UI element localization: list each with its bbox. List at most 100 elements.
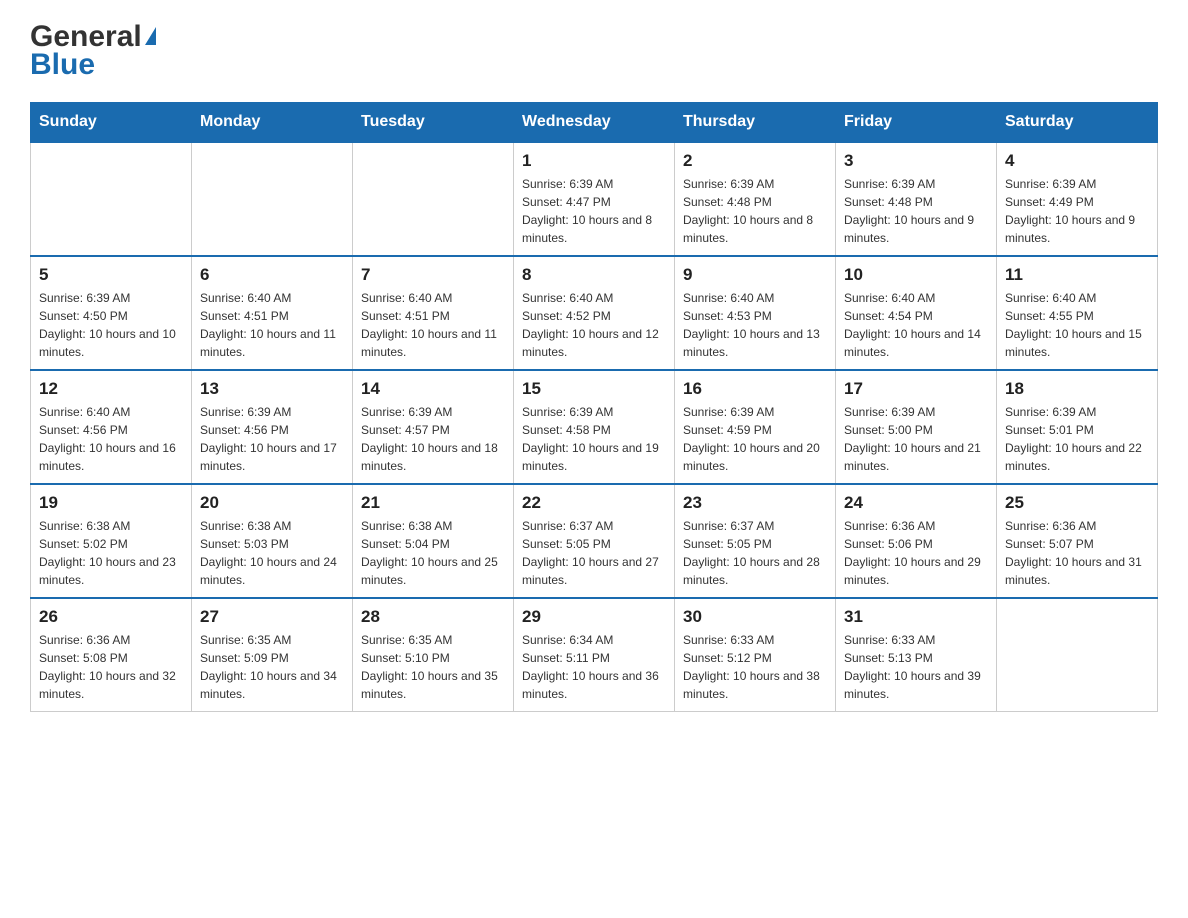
day-info: Sunrise: 6:39 AMSunset: 4:47 PMDaylight:… bbox=[522, 175, 666, 247]
calendar-cell: 22 Sunrise: 6:37 AMSunset: 5:05 PMDayligh… bbox=[514, 484, 675, 598]
calendar-cell: 17Sunrise: 6:39 AMSunset: 5:00 PMDayligh… bbox=[836, 370, 997, 484]
calendar-cell bbox=[997, 598, 1158, 712]
logo-blue-text: Blue bbox=[30, 48, 156, 82]
calendar-cell: 25 Sunrise: 6:36 AMSunset: 5:07 PMDayligh… bbox=[997, 484, 1158, 598]
day-info: Sunrise: 6:33 AMSunset: 5:13 PMDaylight:… bbox=[844, 631, 988, 703]
dow-header-wednesday: Wednesday bbox=[514, 103, 675, 143]
calendar-row: 1Sunrise: 6:39 AMSunset: 4:47 PMDaylight… bbox=[31, 142, 1158, 256]
day-number: 27 bbox=[200, 607, 344, 627]
day-info: Sunrise: 6:39 AMSunset: 4:59 PMDaylight:… bbox=[683, 403, 827, 475]
day-number: 12 bbox=[39, 379, 183, 399]
day-number: 19 bbox=[39, 493, 183, 513]
day-info: Sunrise: 6:37 AMSunset: 5:05 PMDaylight:… bbox=[683, 517, 827, 589]
day-number: 9 bbox=[683, 265, 827, 285]
calendar-cell: 13 Sunrise: 6:39 AMSunset: 4:56 PMDayligh… bbox=[192, 370, 353, 484]
day-number: 16 bbox=[683, 379, 827, 399]
day-info: Sunrise: 6:40 AMSunset: 4:56 PMDaylight:… bbox=[39, 403, 183, 475]
dow-header-sunday: Sunday bbox=[31, 103, 192, 143]
calendar-cell: 19Sunrise: 6:38 AMSunset: 5:02 PMDayligh… bbox=[31, 484, 192, 598]
calendar-row: 26 Sunrise: 6:36 AMSunset: 5:08 PMDayligh… bbox=[31, 598, 1158, 712]
logo-triangle-icon bbox=[145, 27, 156, 45]
dow-header-thursday: Thursday bbox=[675, 103, 836, 143]
day-info: Sunrise: 6:34 AMSunset: 5:11 PMDaylight:… bbox=[522, 631, 666, 703]
calendar-cell: 2 Sunrise: 6:39 AMSunset: 4:48 PMDaylight… bbox=[675, 142, 836, 256]
day-number: 10 bbox=[844, 265, 988, 285]
day-info: Sunrise: 6:39 AMSunset: 5:00 PMDaylight:… bbox=[844, 403, 988, 475]
day-info: Sunrise: 6:40 AMSunset: 4:53 PMDaylight:… bbox=[683, 289, 827, 361]
day-info: Sunrise: 6:33 AMSunset: 5:12 PMDaylight:… bbox=[683, 631, 827, 703]
calendar-cell: 24 Sunrise: 6:36 AMSunset: 5:06 PMDayligh… bbox=[836, 484, 997, 598]
day-info: Sunrise: 6:39 AMSunset: 4:56 PMDaylight:… bbox=[200, 403, 344, 475]
day-info: Sunrise: 6:40 AMSunset: 4:52 PMDaylight:… bbox=[522, 289, 666, 361]
day-number: 15 bbox=[522, 379, 666, 399]
calendar-cell: 7 Sunrise: 6:40 AMSunset: 4:51 PMDaylight… bbox=[353, 256, 514, 370]
calendar-cell: 16 Sunrise: 6:39 AMSunset: 4:59 PMDayligh… bbox=[675, 370, 836, 484]
day-number: 21 bbox=[361, 493, 505, 513]
day-number: 11 bbox=[1005, 265, 1149, 285]
day-number: 30 bbox=[683, 607, 827, 627]
calendar-cell bbox=[31, 142, 192, 256]
day-info: Sunrise: 6:39 AMSunset: 4:50 PMDaylight:… bbox=[39, 289, 183, 361]
day-info: Sunrise: 6:36 AMSunset: 5:07 PMDaylight:… bbox=[1005, 517, 1149, 589]
day-info: Sunrise: 6:35 AMSunset: 5:09 PMDaylight:… bbox=[200, 631, 344, 703]
day-number: 31 bbox=[844, 607, 988, 627]
day-number: 23 bbox=[683, 493, 827, 513]
day-number: 7 bbox=[361, 265, 505, 285]
calendar-cell: 29Sunrise: 6:34 AMSunset: 5:11 PMDayligh… bbox=[514, 598, 675, 712]
day-info: Sunrise: 6:35 AMSunset: 5:10 PMDaylight:… bbox=[361, 631, 505, 703]
calendar-cell: 27 Sunrise: 6:35 AMSunset: 5:09 PMDayligh… bbox=[192, 598, 353, 712]
calendar-cell: 4Sunrise: 6:39 AMSunset: 4:49 PMDaylight… bbox=[997, 142, 1158, 256]
day-info: Sunrise: 6:39 AMSunset: 5:01 PMDaylight:… bbox=[1005, 403, 1149, 475]
dow-header-tuesday: Tuesday bbox=[353, 103, 514, 143]
calendar-cell bbox=[353, 142, 514, 256]
day-number: 13 bbox=[200, 379, 344, 399]
day-number: 3 bbox=[844, 151, 988, 171]
dow-header-saturday: Saturday bbox=[997, 103, 1158, 143]
calendar-cell: 1Sunrise: 6:39 AMSunset: 4:47 PMDaylight… bbox=[514, 142, 675, 256]
day-info: Sunrise: 6:39 AMSunset: 4:57 PMDaylight:… bbox=[361, 403, 505, 475]
logo: General Blue bbox=[30, 20, 156, 82]
day-info: Sunrise: 6:36 AMSunset: 5:06 PMDaylight:… bbox=[844, 517, 988, 589]
calendar-row: 19Sunrise: 6:38 AMSunset: 5:02 PMDayligh… bbox=[31, 484, 1158, 598]
day-info: Sunrise: 6:40 AMSunset: 4:51 PMDaylight:… bbox=[200, 289, 344, 361]
calendar-cell: 30 Sunrise: 6:33 AMSunset: 5:12 PMDayligh… bbox=[675, 598, 836, 712]
calendar-cell: 14 Sunrise: 6:39 AMSunset: 4:57 PMDayligh… bbox=[353, 370, 514, 484]
day-number: 6 bbox=[200, 265, 344, 285]
calendar-cell: 21 Sunrise: 6:38 AMSunset: 5:04 PMDayligh… bbox=[353, 484, 514, 598]
day-number: 26 bbox=[39, 607, 183, 627]
calendar-cell bbox=[192, 142, 353, 256]
day-info: Sunrise: 6:39 AMSunset: 4:48 PMDaylight:… bbox=[844, 175, 988, 247]
calendar-row: 12 Sunrise: 6:40 AMSunset: 4:56 PMDayligh… bbox=[31, 370, 1158, 484]
day-number: 8 bbox=[522, 265, 666, 285]
day-info: Sunrise: 6:36 AMSunset: 5:08 PMDaylight:… bbox=[39, 631, 183, 703]
calendar-cell: 9 Sunrise: 6:40 AMSunset: 4:53 PMDaylight… bbox=[675, 256, 836, 370]
dow-header-friday: Friday bbox=[836, 103, 997, 143]
day-number: 2 bbox=[683, 151, 827, 171]
day-number: 24 bbox=[844, 493, 988, 513]
day-number: 22 bbox=[522, 493, 666, 513]
day-number: 28 bbox=[361, 607, 505, 627]
day-info: Sunrise: 6:39 AMSunset: 4:48 PMDaylight:… bbox=[683, 175, 827, 247]
day-info: Sunrise: 6:37 AMSunset: 5:05 PMDaylight:… bbox=[522, 517, 666, 589]
calendar-cell: 12 Sunrise: 6:40 AMSunset: 4:56 PMDayligh… bbox=[31, 370, 192, 484]
day-info: Sunrise: 6:40 AMSunset: 4:51 PMDaylight:… bbox=[361, 289, 505, 361]
day-info: Sunrise: 6:40 AMSunset: 4:54 PMDaylight:… bbox=[844, 289, 988, 361]
day-number: 25 bbox=[1005, 493, 1149, 513]
day-number: 20 bbox=[200, 493, 344, 513]
day-info: Sunrise: 6:39 AMSunset: 4:58 PMDaylight:… bbox=[522, 403, 666, 475]
calendar-cell: 8 Sunrise: 6:40 AMSunset: 4:52 PMDaylight… bbox=[514, 256, 675, 370]
day-number: 14 bbox=[361, 379, 505, 399]
calendar-cell: 28 Sunrise: 6:35 AMSunset: 5:10 PMDayligh… bbox=[353, 598, 514, 712]
day-info: Sunrise: 6:40 AMSunset: 4:55 PMDaylight:… bbox=[1005, 289, 1149, 361]
calendar-cell: 6 Sunrise: 6:40 AMSunset: 4:51 PMDaylight… bbox=[192, 256, 353, 370]
day-number: 18 bbox=[1005, 379, 1149, 399]
calendar-cell: 10 Sunrise: 6:40 AMSunset: 4:54 PMDayligh… bbox=[836, 256, 997, 370]
calendar-cell: 26 Sunrise: 6:36 AMSunset: 5:08 PMDayligh… bbox=[31, 598, 192, 712]
dow-header-monday: Monday bbox=[192, 103, 353, 143]
day-number: 5 bbox=[39, 265, 183, 285]
day-info: Sunrise: 6:38 AMSunset: 5:04 PMDaylight:… bbox=[361, 517, 505, 589]
calendar-table: SundayMondayTuesdayWednesdayThursdayFrid… bbox=[30, 102, 1158, 712]
calendar-cell: 15 Sunrise: 6:39 AMSunset: 4:58 PMDayligh… bbox=[514, 370, 675, 484]
day-info: Sunrise: 6:38 AMSunset: 5:03 PMDaylight:… bbox=[200, 517, 344, 589]
calendar-row: 5 Sunrise: 6:39 AMSunset: 4:50 PMDaylight… bbox=[31, 256, 1158, 370]
